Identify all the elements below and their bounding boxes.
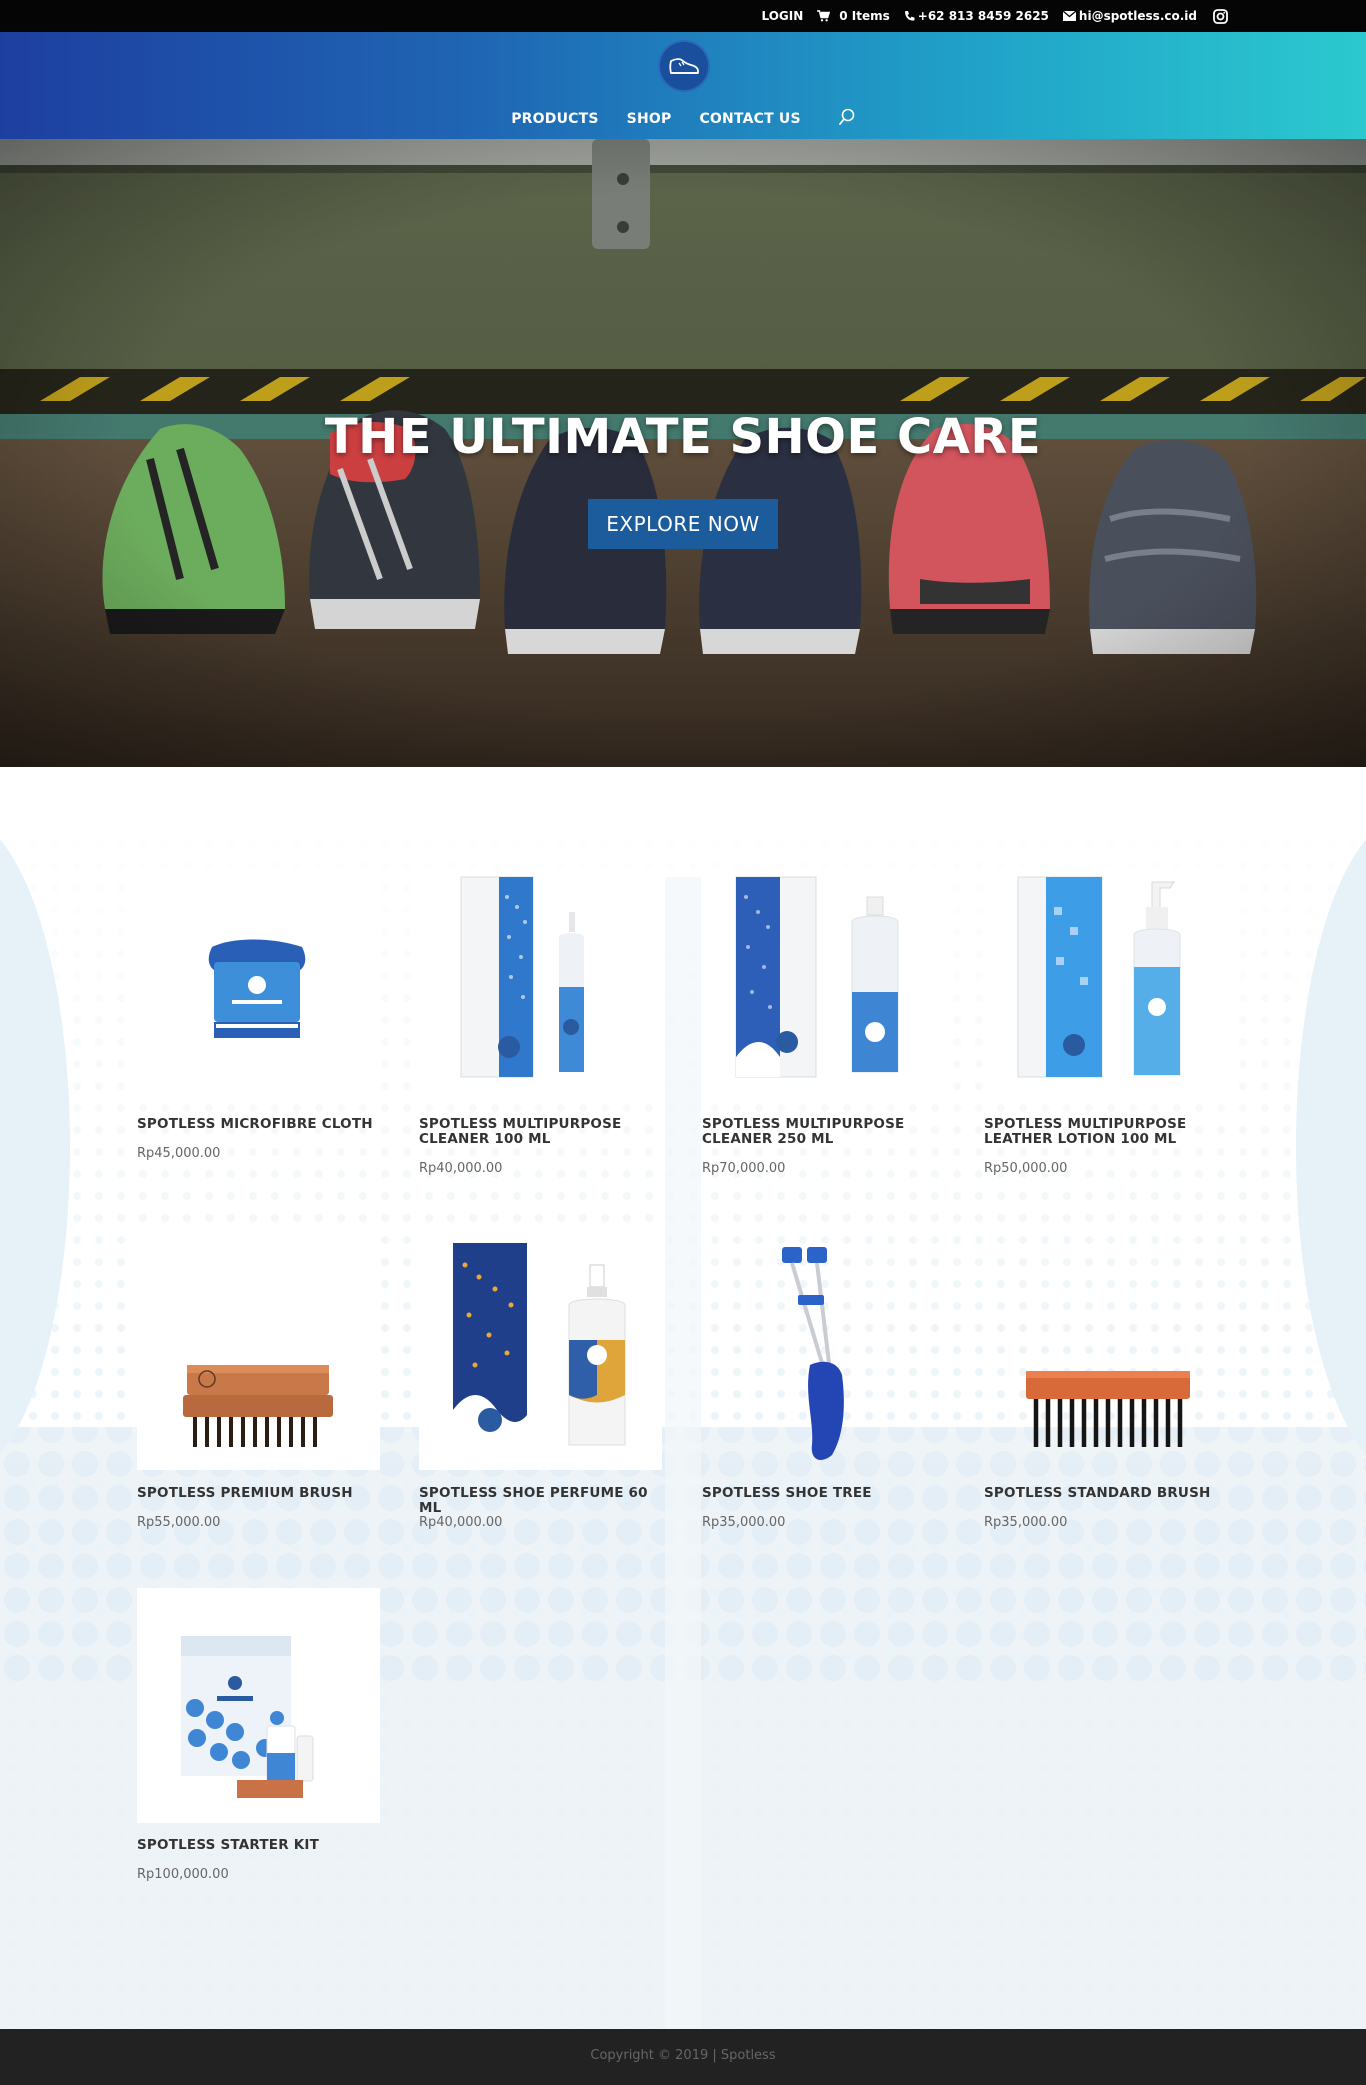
search-icon[interactable]	[838, 108, 855, 130]
product-price: Rp40,000.00	[419, 1161, 503, 1176]
product-name[interactable]: SPOTLESS STARTER KIT	[137, 1838, 380, 1853]
email-link[interactable]: hi@spotless.co.id	[1062, 9, 1197, 23]
nav-shop[interactable]: SHOP	[627, 111, 672, 127]
starter-kit-image[interactable]	[137, 1588, 380, 1823]
instagram-icon	[1213, 8, 1228, 24]
premium-brush-image[interactable]	[137, 1235, 380, 1470]
product-card[interactable]: SPOTLESS SHOE TREE Rp35,000.00	[702, 1235, 945, 1530]
hero-banner: THE ULTIMATE SHOE CARE EXPLORE NOW	[0, 139, 1366, 767]
cart-link[interactable]: 0 Items	[817, 9, 890, 23]
standard-brush-image[interactable]	[984, 1235, 1227, 1470]
login-link[interactable]: LOGIN	[761, 9, 803, 23]
login-label: LOGIN	[761, 9, 804, 23]
product-card[interactable]: SPOTLESS MICROFIBRE CLOTH Rp45,000.00	[137, 867, 380, 1161]
product-price: Rp40,000.00	[419, 1515, 503, 1530]
product-card[interactable]: SPOTLESS SHOE PERFUME 60 ML Rp40,000.00	[419, 1235, 662, 1530]
cart-count: 0 Items	[839, 9, 890, 23]
top-bar: LOGIN 0 Items +62 813 8459 2625 hi@spotl…	[0, 0, 1366, 32]
top-bar-links: LOGIN 0 Items +62 813 8459 2625 hi@spotl…	[761, 0, 1228, 32]
product-price: Rp35,000.00	[702, 1515, 786, 1530]
product-card[interactable]: SPOTLESS STANDARD BRUSH Rp35,000.00	[984, 1235, 1227, 1530]
site-footer: Copyright © 2019 | Spotless	[0, 2029, 1366, 2085]
explore-now-button[interactable]: EXPLORE NOW	[588, 499, 778, 549]
site-header: PRODUCTS SHOP CONTACT US	[0, 32, 1366, 139]
email-address: hi@spotless.co.id	[1078, 9, 1197, 23]
product-price: Rp55,000.00	[137, 1515, 221, 1530]
footer-copyright: Copyright © 2019 | Spotless	[590, 2048, 776, 2063]
product-price: Rp70,000.00	[702, 1161, 786, 1176]
product-name[interactable]: SPOTLESS STANDARD BRUSH	[984, 1486, 1227, 1501]
product-name[interactable]: SPOTLESS MULTIPURPOSE LEATHER LOTION 100…	[984, 1117, 1227, 1147]
phone-link[interactable]: +62 813 8459 2625	[904, 9, 1049, 23]
product-card[interactable]: SPOTLESS PREMIUM BRUSH Rp55,000.00	[137, 1235, 380, 1530]
nav-products[interactable]: PRODUCTS	[511, 111, 598, 127]
phone-icon	[904, 10, 916, 22]
shoe-tree-image[interactable]	[702, 1235, 945, 1470]
cleaner-250ml-image[interactable]	[702, 867, 945, 1102]
shoe-logo-icon[interactable]	[658, 40, 710, 92]
nav-contact-us[interactable]: CONTACT US	[699, 111, 800, 127]
shoe-perfume-image[interactable]	[419, 1235, 662, 1470]
product-price: Rp35,000.00	[984, 1515, 1068, 1530]
instagram-link[interactable]	[1213, 8, 1228, 24]
leather-lotion-image[interactable]	[984, 867, 1227, 1102]
product-price: Rp45,000.00	[137, 1146, 221, 1161]
mail-icon	[1062, 11, 1076, 21]
microfibre-cloth-image[interactable]	[137, 867, 380, 1102]
product-card[interactable]: SPOTLESS MULTIPURPOSE LEATHER LOTION 100…	[984, 867, 1227, 1176]
product-card[interactable]: SPOTLESS MULTIPURPOSE CLEANER 250 ML Rp7…	[702, 867, 945, 1176]
product-price: Rp50,000.00	[984, 1161, 1068, 1176]
product-card[interactable]: SPOTLESS STARTER KIT Rp100,000.00	[137, 1588, 380, 1882]
product-name[interactable]: SPOTLESS PREMIUM BRUSH	[137, 1486, 380, 1501]
product-name[interactable]: SPOTLESS MULTIPURPOSE CLEANER 100 ML	[419, 1117, 662, 1147]
product-name[interactable]: SPOTLESS SHOE TREE	[702, 1486, 945, 1501]
phone-number: +62 813 8459 2625	[917, 9, 1049, 23]
main-nav: PRODUCTS SHOP CONTACT US	[0, 108, 1366, 130]
product-price: Rp100,000.00	[137, 1867, 229, 1882]
product-name[interactable]: SPOTLESS MICROFIBRE CLOTH	[137, 1117, 380, 1132]
product-name[interactable]: SPOTLESS SHOE PERFUME 60 ML	[419, 1486, 662, 1516]
product-name[interactable]: SPOTLESS MULTIPURPOSE CLEANER 250 ML	[702, 1117, 945, 1147]
cart-icon	[817, 10, 831, 22]
products-section: SPOTLESS MICROFIBRE CLOTH Rp45,000.00 SP…	[0, 767, 1366, 2029]
cleaner-100ml-image[interactable]	[419, 867, 662, 1102]
product-card[interactable]: SPOTLESS MULTIPURPOSE CLEANER 100 ML Rp4…	[419, 867, 662, 1176]
hero-title: THE ULTIMATE SHOE CARE	[324, 409, 1042, 465]
